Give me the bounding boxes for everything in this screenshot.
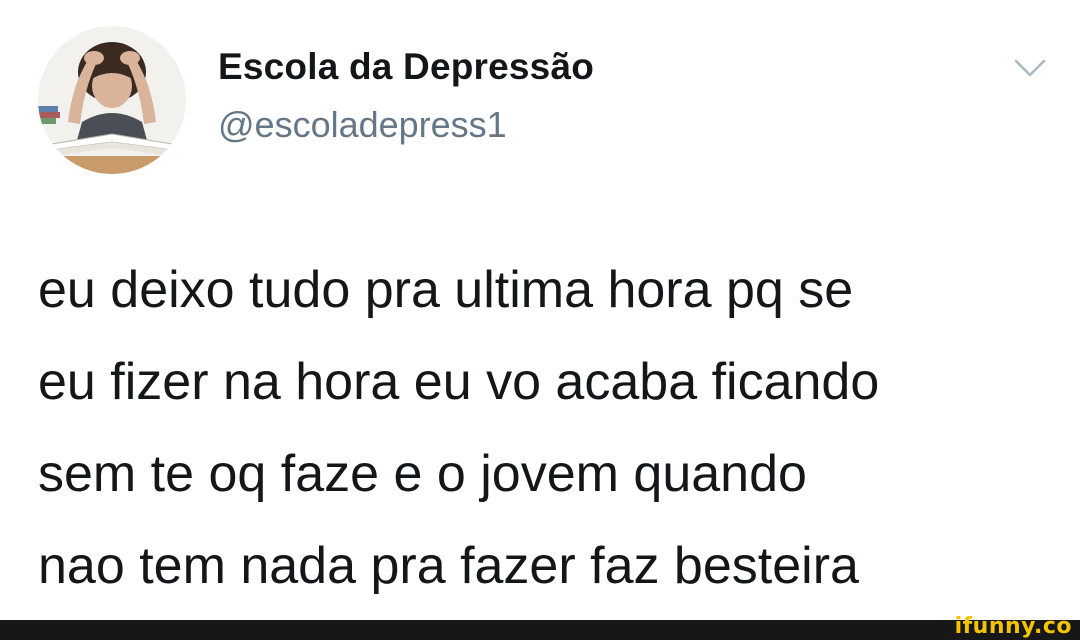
author-name[interactable]: Escola da Depressão xyxy=(218,46,594,88)
tweet-text-line: sem te oq faze e o jovem quando xyxy=(38,445,807,503)
watermark-bar: ifunny.co xyxy=(0,614,1080,640)
tweet-text-line: eu deixo tudo pra ultima hora pq se xyxy=(38,261,854,319)
tweet-card: Escola da Depressão @escoladepress1 eu d… xyxy=(0,0,1080,620)
tweet-text: eu deixo tudo pra ultima hora pq se eu f… xyxy=(38,244,1058,612)
avatar[interactable] xyxy=(38,26,186,174)
chevron-down-icon[interactable] xyxy=(1012,56,1048,80)
author-handle[interactable]: @escoladepress1 xyxy=(218,104,507,146)
watermark-logo: ifunny.co xyxy=(954,614,1072,639)
avatar-image xyxy=(38,26,186,174)
tweet-text-line: eu fizer na hora eu vo acaba ficando xyxy=(38,353,880,411)
tweet-text-line: nao tem nada pra fazer faz besteira xyxy=(38,537,859,595)
